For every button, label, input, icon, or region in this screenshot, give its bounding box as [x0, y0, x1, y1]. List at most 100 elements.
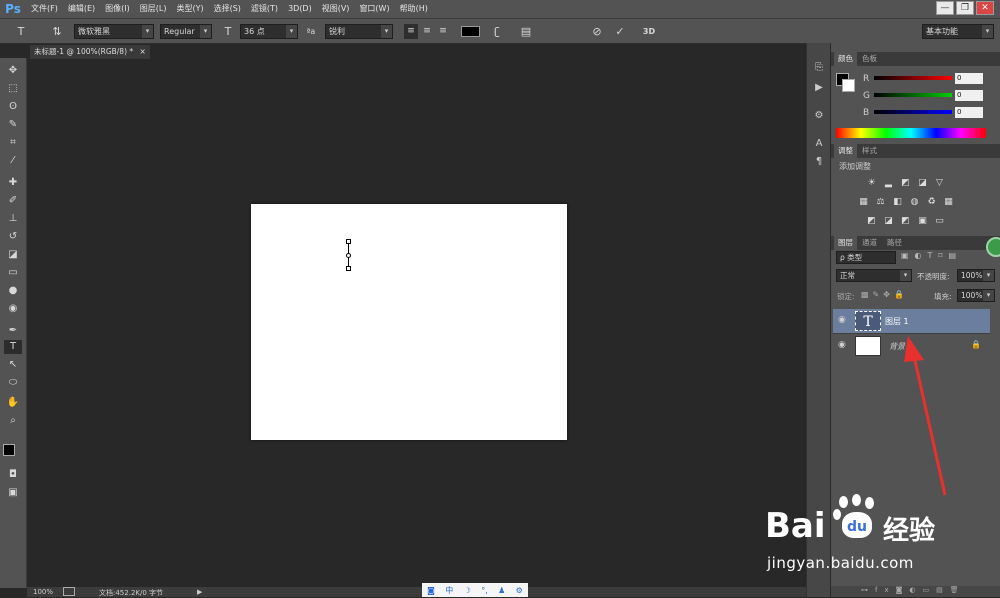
zoom-tool-icon[interactable]: ⌕ [4, 414, 22, 428]
healing-brush-icon[interactable]: ✚ [4, 176, 22, 190]
punctuation-icon[interactable]: °, [481, 586, 488, 595]
warp-text-icon[interactable]: ʗ [490, 24, 504, 39]
gradient-map-icon[interactable]: ▭ [934, 216, 945, 226]
menu-window[interactable]: 窗口(W) [354, 0, 394, 18]
tab-channels[interactable]: 通道 [858, 236, 881, 250]
workspace-select[interactable]: 基本功能 ▾ [922, 24, 994, 39]
font-size-select[interactable]: 36 点 ▾ [240, 24, 298, 39]
vibrance-icon[interactable]: ▽ [934, 178, 945, 188]
zoom-level[interactable]: 100% [33, 588, 53, 596]
bounding-handle[interactable] [346, 253, 351, 258]
history-icon[interactable]: ⎘ [810, 61, 828, 75]
pen-tool-icon[interactable]: ✒ [4, 324, 22, 338]
tab-swatches[interactable]: 色板 [858, 52, 881, 66]
ellipse-tool-icon[interactable]: ⬭ [4, 376, 22, 390]
green-slider[interactable] [874, 93, 952, 97]
posterize-icon[interactable]: ◪ [883, 216, 894, 226]
menu-help[interactable]: 帮助(H) [395, 0, 433, 18]
opacity-input[interactable]: 100% ▾ [957, 269, 995, 282]
move-tool-icon[interactable]: ✥ [4, 64, 22, 78]
levels-icon[interactable]: ▂ [883, 178, 894, 188]
green-value[interactable]: 0 [955, 90, 983, 101]
document-canvas[interactable] [251, 204, 567, 440]
selective-color-icon[interactable]: ▣ [917, 216, 928, 226]
dodge-tool-icon[interactable]: ◉ [4, 302, 22, 316]
layer-filter-icons[interactable]: ▣◐T⌑▤ [901, 251, 981, 264]
lock-icons[interactable]: ▩✎✥🔒 [861, 290, 908, 299]
blend-mode-select[interactable]: 正常 ▾ [836, 269, 912, 282]
floating-assistant-icon[interactable] [986, 237, 1000, 257]
cancel-icon[interactable]: ⊘ [590, 24, 604, 39]
moon-icon[interactable]: ☽ [464, 586, 471, 595]
brush-tool-icon[interactable]: ✐ [4, 194, 22, 208]
actions-play-icon[interactable]: ▶ [810, 81, 828, 95]
layers-footer-icons[interactable]: ⊶fx◙◐▭▤🗑 [831, 586, 1000, 597]
bounding-handle[interactable] [346, 266, 351, 271]
threshold-icon[interactable]: ◩ [900, 216, 911, 226]
channel-mixer-icon[interactable]: ♻ [926, 197, 937, 207]
user-icon[interactable]: ♟ [498, 586, 505, 595]
gradient-tool-icon[interactable]: ▭ [4, 266, 22, 280]
type-tool-icon[interactable]: T [4, 340, 22, 354]
black-white-icon[interactable]: ◧ [892, 197, 903, 207]
tab-adjustments[interactable]: 调整 [834, 144, 857, 158]
curves-icon[interactable]: ◩ [900, 178, 911, 188]
align-center-icon[interactable]: ≡ [420, 24, 434, 39]
align-left-icon[interactable]: ≡ [404, 24, 418, 39]
minimize-button[interactable]: — [936, 1, 954, 15]
color-balance-icon[interactable]: ⚖ [875, 197, 886, 207]
brightness-icon[interactable]: ☀ [866, 178, 877, 188]
marquee-tool-icon[interactable]: ⬚ [4, 82, 22, 96]
stamp-tool-icon[interactable]: ⊥ [4, 212, 22, 226]
menu-filter[interactable]: 滤镜(T) [246, 0, 283, 18]
red-slider[interactable] [874, 76, 952, 80]
commit-icon[interactable]: ✓ [613, 24, 627, 39]
3d-button[interactable]: 3D [640, 24, 658, 39]
blue-slider[interactable] [874, 110, 952, 114]
eye-icon[interactable]: ◉ [838, 340, 846, 350]
status-menu-arrow[interactable]: ▶ [197, 588, 202, 596]
ime-logo-icon[interactable]: ◙ [427, 586, 435, 595]
red-value[interactable]: 0 [955, 73, 983, 84]
ime-mode[interactable]: 中 [445, 585, 453, 596]
tab-close-icon[interactable]: × [140, 47, 146, 56]
paragraph-icon[interactable]: ¶ [810, 155, 828, 169]
antialias-select[interactable]: 锐利 ▾ [325, 24, 393, 39]
color-lookup-icon[interactable]: ▦ [943, 197, 954, 207]
text-orientation-icon[interactable]: ⇅ [50, 24, 64, 39]
character-icon[interactable]: A [810, 137, 828, 151]
bounding-handle[interactable] [346, 239, 351, 244]
blue-value[interactable]: 0 [955, 107, 983, 118]
type-tool-icon[interactable]: T [14, 24, 28, 39]
font-style-select[interactable]: Regular ▾ [160, 24, 212, 39]
exposure-icon[interactable]: ◪ [917, 178, 928, 188]
background-color-swatch[interactable] [842, 79, 855, 92]
status-preview-icon[interactable] [63, 587, 75, 596]
menu-image[interactable]: 图像(I) [100, 0, 135, 18]
document-tab[interactable]: 未标题-1 @ 100%(RGB/8) * × [30, 45, 150, 59]
invert-icon[interactable]: ◩ [866, 216, 877, 226]
properties-icon[interactable]: ⚙ [810, 109, 828, 123]
quick-mask-icon[interactable]: ◘ [4, 468, 22, 482]
eyedropper-tool-icon[interactable]: ⁄ [4, 154, 22, 168]
eye-icon[interactable]: ◉ [838, 315, 846, 325]
layer-filter-select[interactable]: ρ 类型 [836, 251, 896, 264]
gear-icon[interactable]: ⚙ [516, 586, 523, 595]
fill-input[interactable]: 100% ▾ [957, 289, 995, 302]
history-brush-icon[interactable]: ↺ [4, 230, 22, 244]
tab-paths[interactable]: 路径 [883, 236, 906, 250]
quick-select-tool-icon[interactable]: ✎ [4, 118, 22, 132]
screen-mode-icon[interactable]: ▣ [4, 486, 22, 500]
path-select-icon[interactable]: ↖ [4, 358, 22, 372]
menu-3d[interactable]: 3D(D) [283, 0, 317, 18]
menu-type[interactable]: 类型(Y) [171, 0, 208, 18]
tab-layers[interactable]: 图层 [834, 236, 857, 250]
crop-tool-icon[interactable]: ⌗ [4, 136, 22, 150]
tab-color[interactable]: 颜色 [834, 52, 857, 66]
menu-view[interactable]: 视图(V) [317, 0, 355, 18]
photo-filter-icon[interactable]: ◍ [909, 197, 920, 207]
eraser-tool-icon[interactable]: ◪ [4, 248, 22, 262]
menu-edit[interactable]: 编辑(E) [63, 0, 100, 18]
align-right-icon[interactable]: ≡ [436, 24, 450, 39]
restore-button[interactable]: ❐ [956, 1, 974, 15]
